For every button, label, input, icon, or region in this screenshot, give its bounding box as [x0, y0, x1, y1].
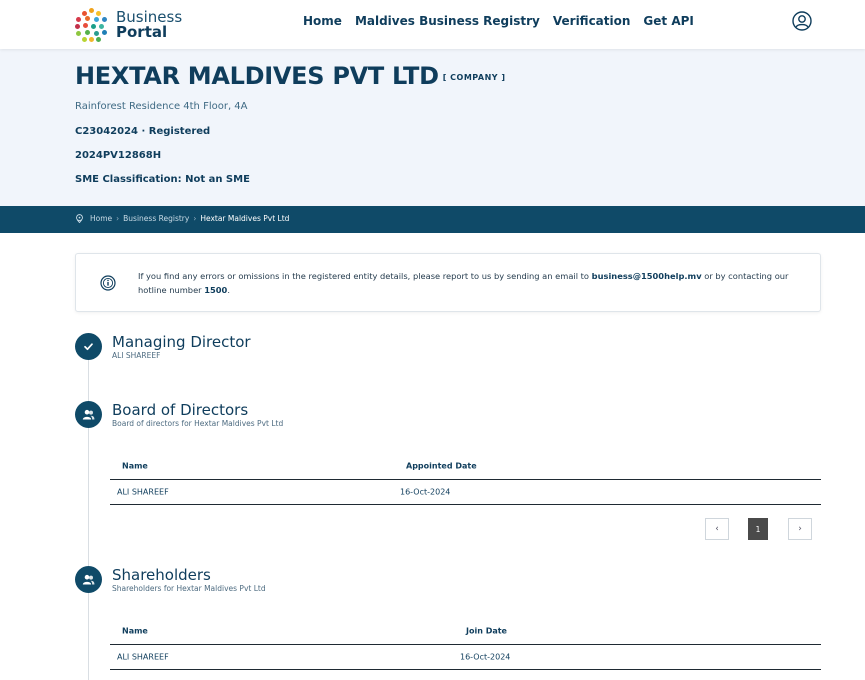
notice-message: If you find any errors or omissions in t…: [138, 269, 798, 297]
breadcrumb-separator: ›: [193, 214, 197, 223]
pagination-page-1[interactable]: 1: [748, 518, 768, 540]
shareholders-table: Name Join Date ALI SHAREEF 16-Oct-2024: [110, 617, 821, 670]
sme-classification: SME Classification: Not an SME: [75, 174, 250, 185]
timeline-node-board: [75, 401, 102, 428]
timeline-line: [88, 348, 89, 680]
shareholder-name: ALI SHAREEF: [117, 652, 169, 662]
pagination-next-button[interactable]: ›: [788, 518, 812, 540]
shareholders-subtitle: Shareholders for Hextar Maldives Pvt Ltd: [112, 584, 266, 593]
table-row: ALI SHAREEF 16-Oct-2024: [110, 645, 821, 670]
director-name: ALI SHAREEF: [117, 487, 169, 497]
company-header: HEXTAR MALDIVES PVT LTD[ COMPANY ] Rainf…: [0, 49, 865, 206]
table-header: Name Join Date: [110, 617, 821, 645]
notice-hotline: 1500: [204, 285, 228, 295]
breadcrumb-separator: ›: [116, 214, 120, 223]
nav-maldives-business-registry[interactable]: Maldives Business Registry: [355, 14, 540, 28]
top-navigation-bar: Business Portal Home Maldives Business R…: [0, 0, 865, 49]
user-circle-icon[interactable]: [792, 11, 812, 31]
breadcrumb-bar: Home › Business Registry › Hextar Maldiv…: [0, 206, 865, 233]
column-header-name[interactable]: Name: [122, 626, 148, 635]
managing-director-title: Managing Director: [112, 333, 251, 351]
users-icon: [82, 574, 95, 585]
table-header: Name Appointed Date: [110, 452, 821, 480]
breadcrumb-business-registry[interactable]: Business Registry: [123, 214, 189, 223]
board-of-directors-title: Board of Directors: [112, 401, 249, 419]
pagination-prev-button[interactable]: ‹: [705, 518, 729, 540]
column-header-name[interactable]: Name: [122, 461, 148, 470]
notice-text: .: [227, 285, 230, 295]
company-name: HEXTAR MALDIVES PVT LTD: [75, 62, 439, 90]
breadcrumb-current: Hextar Maldives Pvt Ltd: [200, 214, 290, 223]
business-portal-logo[interactable]: Business Portal: [75, 8, 182, 42]
breadcrumb-home[interactable]: Home: [90, 214, 112, 223]
column-header-appointed-date[interactable]: Appointed Date: [406, 461, 477, 470]
logo-dots-icon: [75, 8, 109, 42]
notice-text: If you find any errors or omissions in t…: [138, 271, 592, 281]
nav-home[interactable]: Home: [303, 14, 342, 28]
nav-get-api[interactable]: Get API: [643, 14, 693, 28]
location-pin-icon: [76, 214, 83, 223]
shareholders-title: Shareholders: [112, 566, 211, 584]
logo-text-portal: Portal: [116, 23, 168, 41]
managing-director-name: ALI SHAREEF: [112, 351, 161, 360]
shareholder-join-date: 16-Oct-2024: [460, 652, 511, 662]
notice-email[interactable]: business@1500help.mv: [592, 271, 702, 281]
table-row: ALI SHAREEF 16-Oct-2024: [110, 480, 821, 505]
breadcrumb: Home › Business Registry › Hextar Maldiv…: [75, 214, 289, 223]
timeline-node-shareholders: [75, 566, 102, 593]
timeline-node-managing-director: [75, 333, 102, 360]
board-of-directors-subtitle: Board of directors for Hextar Maldives P…: [112, 419, 284, 428]
check-icon: [84, 343, 93, 351]
director-appointed-date: 16-Oct-2024: [400, 487, 451, 497]
main-nav: Home Maldives Business Registry Verifica…: [303, 14, 707, 28]
registration-status: C23042024 · Registered: [75, 126, 211, 137]
company-name-heading: HEXTAR MALDIVES PVT LTD[ COMPANY ]: [75, 62, 506, 90]
users-icon: [82, 409, 95, 420]
company-address: Rainforest Residence 4th Floor, 4A: [75, 101, 248, 112]
column-header-join-date[interactable]: Join Date: [466, 626, 507, 635]
board-of-directors-table: Name Appointed Date ALI SHAREEF 16-Oct-2…: [110, 452, 821, 505]
company-type-label: [ COMPANY ]: [442, 72, 506, 82]
nav-verification[interactable]: Verification: [553, 14, 631, 28]
error-report-notice: If you find any errors or omissions in t…: [75, 253, 821, 312]
tax-id: 2024PV12868H: [75, 150, 162, 161]
info-icon: [100, 275, 116, 291]
